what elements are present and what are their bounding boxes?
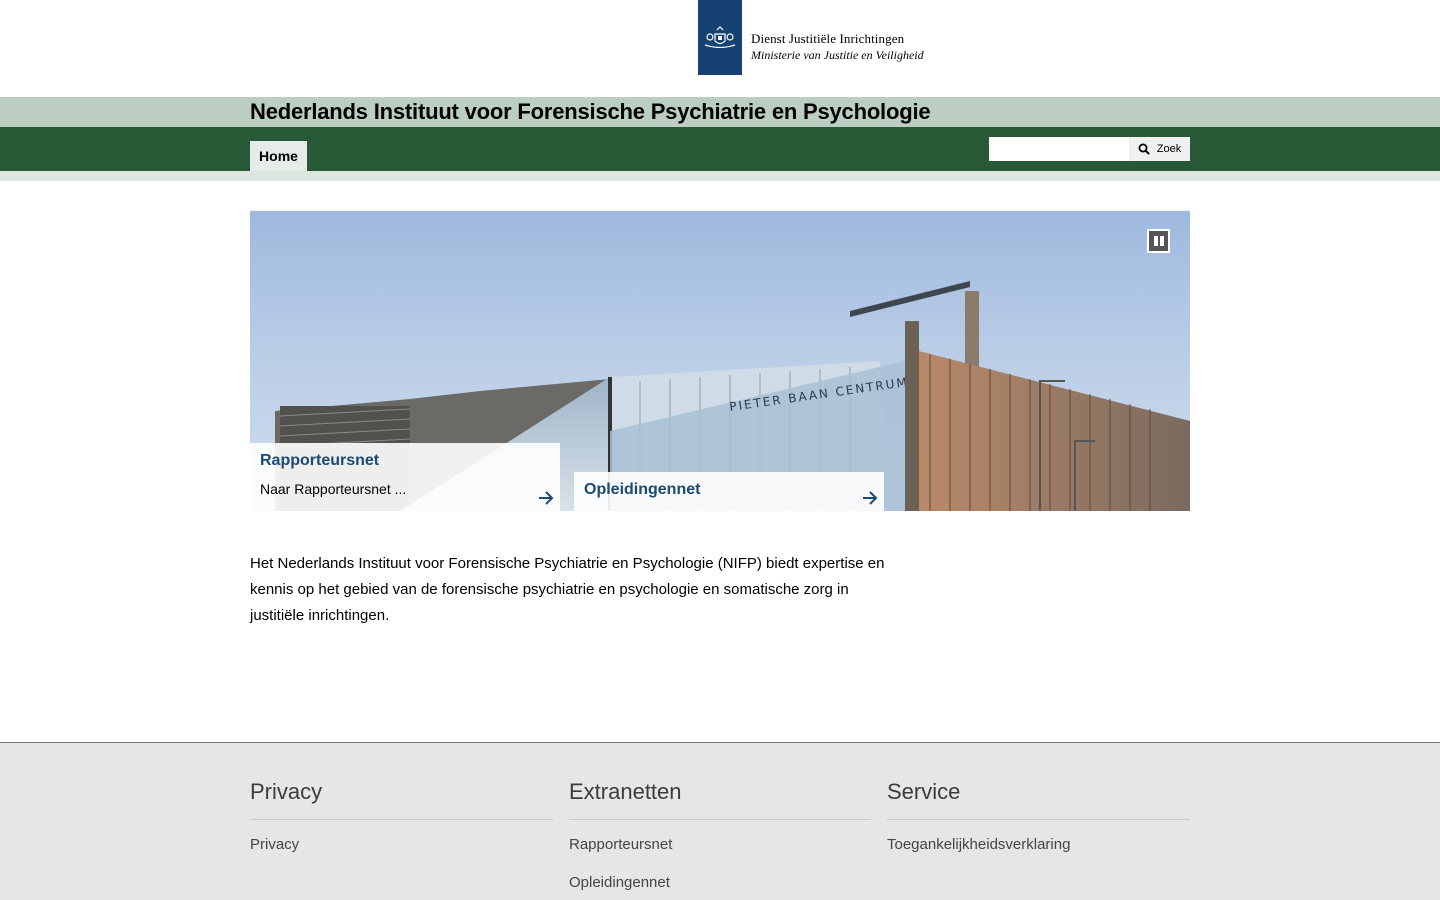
footer-link-rapporteursnet[interactable]: Rapporteursnet (569, 835, 871, 855)
footer-column-service: Service Toegankelijkheidsverklaring (887, 777, 1190, 855)
teaser-title: Opleidingennet (584, 481, 701, 498)
footer-link-opleidingennet[interactable]: Opleidingennet (569, 873, 871, 893)
site-title: Nederlands Instituut voor Forensische Ps… (250, 99, 931, 124)
footer-heading: Service (887, 777, 1190, 820)
main-navigation (0, 127, 1440, 171)
site-header: Dienst Justitiële Inrichtingen Ministeri… (0, 0, 1440, 97)
intro-text: Het Nederlands Instituut voor Forensisch… (250, 555, 885, 624)
footer: Privacy Privacy Extranetten Rapporteursn… (0, 742, 1440, 900)
hero-carousel: PIETER BAAN CENTRUM Rapporteursnet Naar … (250, 211, 1190, 511)
footer-column-privacy: Privacy Privacy (250, 777, 553, 855)
teaser-description: Naar Rapporteursnet ... (260, 481, 407, 497)
teaser-rapporteursnet[interactable]: Rapporteursnet Naar Rapporteursnet ... (250, 443, 560, 511)
search-button-label: Zoek (1156, 143, 1182, 155)
footer-link-privacy[interactable]: Privacy (250, 835, 553, 855)
carousel-pause-button[interactable] (1147, 229, 1170, 253)
logo-wordmark: Dienst Justitiële Inrichtingen Ministeri… (751, 31, 924, 63)
arrow-right-icon (863, 491, 878, 505)
arrow-right-icon (539, 491, 554, 505)
footer-link-toegankelijkheidsverklaring[interactable]: Toegankelijkheidsverklaring (887, 835, 1190, 855)
search-icon (1138, 143, 1150, 155)
footer-heading: Privacy (250, 777, 553, 820)
teaser-opleidingennet[interactable]: Opleidingennet (574, 472, 884, 511)
ministry-name: Ministerie van Justitie en Veiligheid (751, 48, 924, 62)
footer-heading: Extranetten (569, 777, 871, 820)
coat-of-arms-icon (704, 26, 736, 48)
search-button[interactable]: Zoek (1129, 137, 1190, 161)
nav-sub-strip (0, 171, 1440, 181)
org-name: Dienst Justitiële Inrichtingen (751, 31, 905, 46)
government-logo-mark (698, 0, 742, 75)
teaser-title: Rapporteursnet (260, 452, 380, 469)
search-input[interactable] (989, 137, 1130, 161)
nav-item-home[interactable]: Home (250, 141, 307, 171)
footer-column-extranetten: Extranetten Rapporteursnet Opleidingenne… (569, 777, 871, 893)
